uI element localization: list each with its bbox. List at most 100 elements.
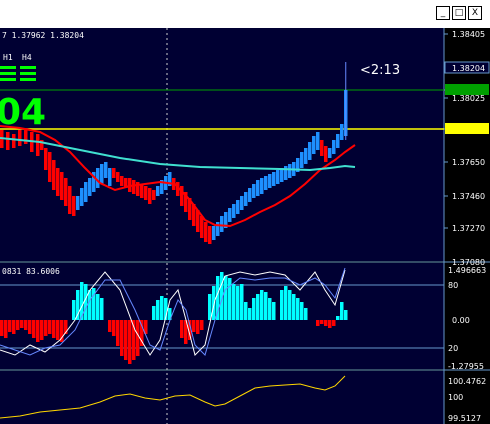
signal-bar-h1 [0,72,16,75]
chart-area[interactable]: 1.384051.380671.380251.378381.376501.374… [0,28,490,424]
candle [36,134,40,156]
osc-bar [316,320,320,326]
osc-bar [0,320,4,336]
candle [140,184,144,198]
osc-bar [4,320,8,338]
osc-bar [344,310,348,320]
candle [84,182,88,202]
osc-bar [40,320,44,340]
candle [324,146,328,162]
candle [268,174,272,188]
osc-bar [88,290,92,320]
osc-bar [292,294,296,320]
osc-bar [240,284,244,320]
candle [240,196,244,210]
lower-indicator-panel [0,371,444,424]
osc-bar [124,320,128,360]
osc-bar [36,320,40,342]
candle [60,172,64,200]
osc-bar [236,286,240,320]
candle [264,176,268,190]
osc-bar [96,294,100,320]
osc-bar [108,320,112,332]
window-title-bar: _ □ X [0,0,490,28]
candle [144,186,148,200]
osc-axis-label: 80 [448,281,458,290]
osc-bar [324,320,328,326]
candle [72,196,76,216]
candle [244,192,248,206]
osc-bar [24,320,28,330]
minimize-button[interactable]: _ [436,6,450,20]
osc-bar [284,286,288,320]
candle [332,140,336,154]
osc-bar [160,296,164,320]
osc-bar [252,298,256,320]
candle [252,184,256,198]
osc-bar [336,316,340,320]
candle [260,178,264,194]
osc-bar [156,300,160,320]
candle [300,152,304,168]
lower-axis-label: 100 [448,393,463,402]
candle [320,140,324,156]
signal-bar-h4 [20,72,36,75]
osc-bar [44,320,48,336]
osc-bar [152,306,156,320]
candle [204,222,208,242]
osc-bar [248,308,252,320]
osc-bar [52,320,56,338]
big-digits: 04 [0,92,46,133]
candle [336,134,340,148]
candle [48,152,52,182]
candle [120,176,124,186]
candle [228,208,232,222]
osc-axis-label: 20 [448,344,458,353]
candle [308,142,312,160]
candle [316,132,320,150]
candle [68,186,72,214]
osc-bar [192,320,196,332]
osc-bar [260,290,264,320]
osc-bar [340,302,344,320]
osc-bar [56,320,60,340]
osc-bar [256,294,260,320]
lower-axis-label: 99.5127 [448,414,481,423]
osc-bar [100,298,104,320]
signal-bar-h4 [20,66,36,69]
candle [104,162,108,178]
osc-bar [112,320,116,336]
timeframe-h4: H4 [22,53,32,62]
osc-bar [216,276,220,320]
signal-bar-h4 [20,78,36,81]
signal-bar-h1 [0,78,16,81]
osc-bar [200,320,204,330]
candle [304,148,308,164]
signal-bar-h1 [0,66,16,69]
candle [232,204,236,218]
lower-axis-label: 100.4762 [448,377,486,386]
candle [88,178,92,196]
osc-bar [72,300,76,320]
countdown-timer: <2:13 [360,63,400,78]
osc-bar [16,320,20,330]
osc-bar [196,320,200,334]
osc-bar [268,298,272,320]
candle [312,136,316,154]
osc-bar [332,320,336,326]
osc-axis-label: -1.27955 [448,362,484,371]
candle [112,168,116,178]
osc-bar [300,302,304,320]
candle [100,164,104,184]
candle [64,178,68,206]
osc-bar [304,308,308,320]
osc-bar [116,320,120,346]
osc-bar [136,320,140,356]
osc-bar [28,320,32,334]
osc-bar [20,320,24,328]
candle [212,226,216,240]
close-button[interactable]: X [468,6,482,20]
candle [152,190,156,200]
price-axis-label: 1.38204 [452,64,485,73]
maximize-button[interactable]: □ [452,6,466,20]
